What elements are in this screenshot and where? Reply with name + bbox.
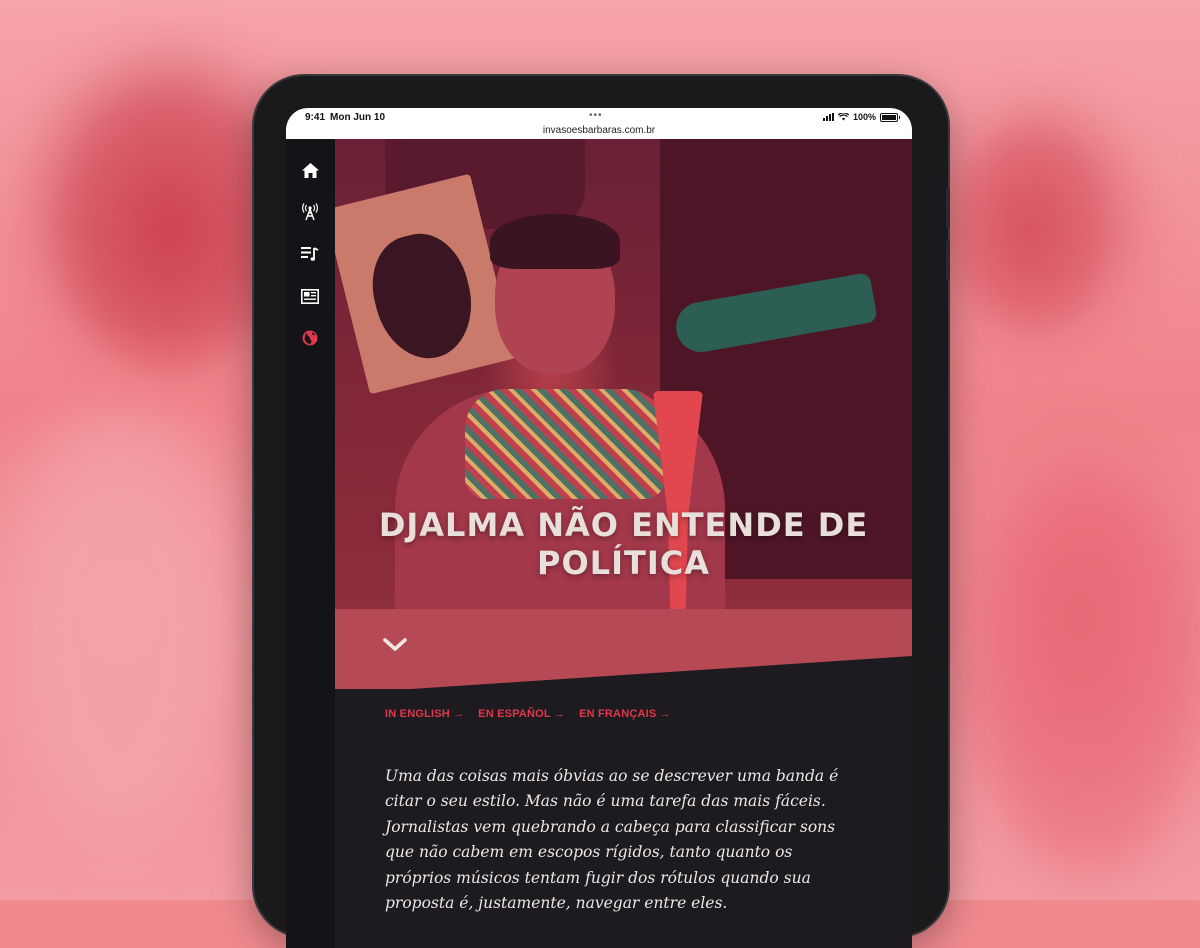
link-english[interactable]: IN ENGLISH →	[385, 708, 464, 720]
battery-percent: 100%	[852, 112, 876, 122]
link-spanish[interactable]: EN ESPAÑOL →	[478, 708, 565, 720]
nav-news[interactable]	[299, 285, 321, 307]
battery-icon	[880, 112, 900, 122]
radio-tower-icon	[302, 203, 318, 221]
language-links: IN ENGLISH → EN ESPAÑOL → EN FRANÇAIS →	[385, 708, 671, 720]
arrow-right-icon: →	[553, 708, 566, 720]
arrow-right-icon: →	[659, 708, 671, 720]
multitask-dots-icon[interactable]: •••	[589, 110, 603, 121]
newspaper-icon	[301, 288, 319, 304]
tablet-screen: 9:41 Mon Jun 10 ••• 100% invasoesbarbara…	[286, 108, 912, 948]
nav-home[interactable]	[299, 159, 321, 181]
nav-playlist[interactable]	[299, 243, 321, 265]
article-body: Uma das coisas mais óbvias ao se descrev…	[385, 766, 839, 913]
globe-icon	[302, 330, 318, 346]
side-navigation	[286, 139, 335, 948]
status-date: Mon Jun 10	[330, 112, 386, 123]
chevron-down-icon	[383, 638, 407, 651]
scarf	[465, 389, 665, 499]
home-icon	[301, 162, 319, 178]
tablet-device: 9:41 Mon Jun 10 ••• 100% invasoesbarbara…	[254, 76, 950, 948]
wifi-icon	[837, 113, 849, 121]
address-bar[interactable]: invasoesbarbaras.com.br	[286, 125, 912, 136]
cellular-signal-icon	[822, 113, 834, 121]
person-hair	[490, 214, 620, 269]
status-bar: 9:41 Mon Jun 10 ••• 100% invasoesbarbara…	[286, 108, 912, 139]
nav-radio[interactable]	[299, 201, 321, 223]
volume-button	[946, 240, 950, 280]
hero-image: DJALMA NÃO ENTENDE DE POLÍTICA	[335, 139, 912, 689]
arrow-right-icon: →	[452, 708, 465, 720]
hero-divider	[335, 656, 912, 736]
volume-button	[946, 188, 950, 228]
nav-language[interactable]	[299, 327, 321, 349]
scroll-down-button[interactable]	[381, 633, 409, 657]
article-title: DJALMA NÃO ENTENDE DE POLÍTICA	[378, 506, 869, 582]
link-french[interactable]: EN FRANÇAIS →	[579, 708, 671, 720]
status-time: 9:41	[305, 112, 326, 123]
playlist-icon	[301, 247, 319, 261]
status-indicators: 100%	[822, 112, 900, 122]
